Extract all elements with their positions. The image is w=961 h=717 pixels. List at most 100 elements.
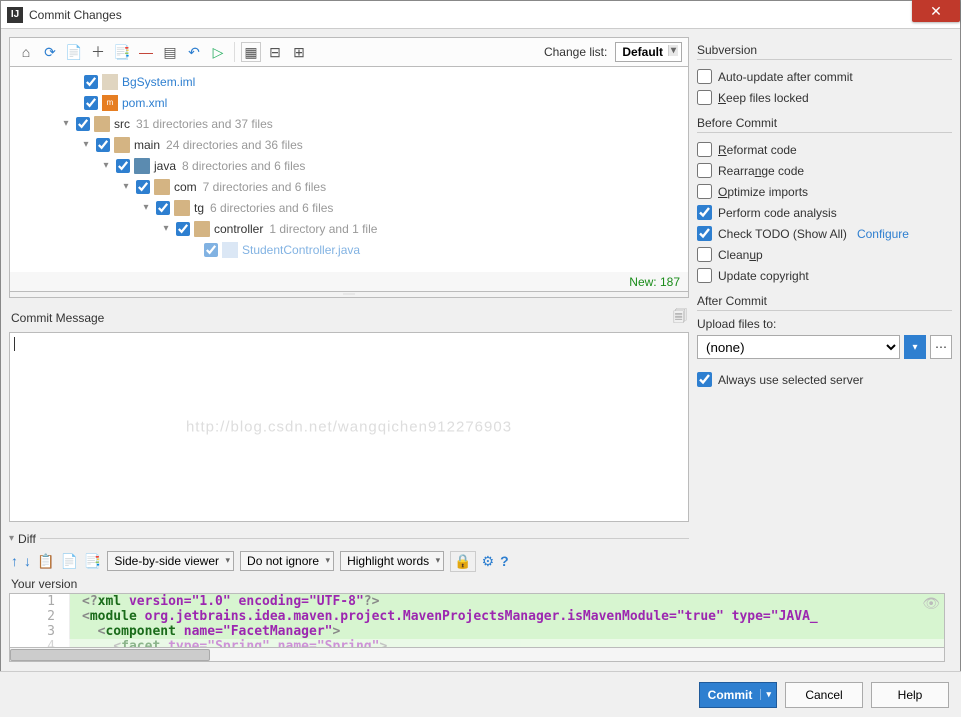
tree-toggle[interactable]: ▾	[160, 223, 172, 234]
configure-link[interactable]: Configure	[857, 227, 909, 241]
auto-update-checkbox[interactable]: Auto-update after commit	[697, 66, 952, 87]
folder-stats: 7 directories and 6 files	[203, 180, 326, 194]
file-name[interactable]: BgSystem.iml	[122, 75, 195, 89]
history-icon[interactable]: 🗐	[673, 306, 687, 330]
folder-name[interactable]: src	[114, 117, 130, 131]
prev-diff-icon[interactable]: ↑	[11, 553, 18, 569]
folder-stats: 24 directories and 36 files	[166, 138, 303, 152]
folder-icon	[94, 116, 110, 132]
file-checkbox[interactable]	[84, 96, 98, 110]
help-icon[interactable]: ?	[500, 553, 509, 569]
next-diff-icon[interactable]: ↓	[24, 553, 31, 569]
tree-toggle[interactable]: ▾	[60, 118, 72, 129]
eye-icon[interactable]: 👁	[922, 596, 940, 612]
app-icon: IJ	[7, 7, 23, 23]
folder-name[interactable]: tg	[194, 201, 204, 215]
folder-icon	[154, 179, 170, 195]
tree-toggle[interactable]: ▾	[100, 160, 112, 171]
folder-name[interactable]: com	[174, 180, 197, 194]
folder-checkbox[interactable]	[136, 180, 150, 194]
commit-message-input[interactable]: http://blog.csdn.net/wangqichen912276903	[9, 332, 689, 522]
lock-icon[interactable]: 🔒	[450, 551, 475, 572]
highlight-select[interactable]: Highlight words	[340, 551, 444, 571]
folder-checkbox[interactable]	[96, 138, 110, 152]
upload-label: Upload files to:	[697, 317, 952, 331]
upload-dropdown-icon[interactable]: ▾	[904, 335, 926, 359]
before-commit-section: Before Commit Reformat code Rearrange co…	[697, 116, 952, 286]
expand-icon[interactable]: ⊟	[265, 42, 285, 62]
changes-tree[interactable]: BgSystem.iml mpom.xml ▾src31 directories…	[9, 67, 689, 272]
viewer-select[interactable]: Side-by-side viewer	[107, 551, 234, 571]
upload-select[interactable]: (none)	[697, 335, 900, 359]
copy-icon[interactable]: 📋	[37, 553, 54, 570]
home-icon[interactable]: ⌂	[16, 42, 36, 62]
optimize-checkbox[interactable]: Optimize imports	[697, 181, 952, 202]
resize-grip[interactable]: ⋯⋯	[9, 292, 689, 298]
keep-locked-checkbox[interactable]: Keep files locked	[697, 87, 952, 108]
folder-icon	[194, 221, 210, 237]
window-title: Commit Changes	[29, 8, 122, 22]
add-icon[interactable]: ＋	[88, 42, 108, 62]
folder-stats: 1 directory and 1 file	[269, 222, 377, 236]
folder-icon	[134, 158, 150, 174]
commit-message-label: Commit Message	[11, 311, 104, 325]
folder-checkbox[interactable]	[116, 159, 130, 173]
diff-label: Diff	[18, 532, 36, 546]
close-button[interactable]: ✕	[912, 0, 960, 22]
tree-toggle[interactable]: ▾	[80, 139, 92, 150]
folder-name[interactable]: java	[154, 159, 176, 173]
commit-button[interactable]: Commit	[699, 682, 777, 708]
group-icon[interactable]: ▦	[241, 42, 261, 62]
diff-toggle[interactable]: ▾	[9, 533, 14, 544]
help-button[interactable]: Help	[871, 682, 949, 708]
folder-icon	[174, 200, 190, 216]
section-header: Before Commit	[697, 116, 952, 133]
file-name[interactable]: StudentController.java	[242, 243, 360, 257]
cleanup-checkbox[interactable]: Cleanup	[697, 244, 952, 265]
folder-checkbox[interactable]	[176, 222, 190, 236]
file-name[interactable]: pom.xml	[122, 96, 167, 110]
changelist-label: Change list:	[544, 45, 607, 59]
dialog-buttons: Commit Cancel Help	[0, 671, 961, 717]
section-header: Subversion	[697, 43, 952, 60]
list-icon[interactable]: ▤	[160, 42, 180, 62]
cancel-button[interactable]: Cancel	[785, 682, 863, 708]
file-checkbox[interactable]	[204, 243, 218, 257]
analysis-checkbox[interactable]: Perform code analysis	[697, 202, 952, 223]
changelist-select[interactable]: Default	[615, 42, 682, 62]
horizontal-scrollbar[interactable]	[9, 648, 945, 662]
remove-icon[interactable]: —	[136, 42, 156, 62]
rearrange-checkbox[interactable]: Rearrange code	[697, 160, 952, 181]
tree-toggle[interactable]: ▾	[140, 202, 152, 213]
folder-name[interactable]: main	[134, 138, 160, 152]
ignore-select[interactable]: Do not ignore	[240, 551, 334, 571]
todo-checkbox[interactable]: Check TODO (Show All)Configure	[697, 223, 952, 244]
folder-stats: 31 directories and 37 files	[136, 117, 273, 131]
java-icon	[222, 242, 238, 258]
gear-icon[interactable]: ⚙	[482, 553, 495, 570]
folder-icon	[114, 137, 130, 153]
collapse-icon[interactable]: ⊞	[289, 42, 309, 62]
folder-checkbox[interactable]	[76, 117, 90, 131]
doc-icon[interactable]: 📑	[84, 553, 101, 570]
diff-viewer[interactable]: 👁 1<?xml version="1.0" encoding="UTF-8"?…	[9, 593, 945, 648]
upload-more-button[interactable]: ⋯	[930, 335, 952, 359]
iml-icon	[102, 74, 118, 90]
new-changelist-icon[interactable]: 📄	[64, 42, 84, 62]
titlebar: IJ Commit Changes ✕	[1, 1, 960, 29]
copyright-checkbox[interactable]: Update copyright	[697, 265, 952, 286]
refresh-icon[interactable]: ⟳	[40, 42, 60, 62]
folder-name[interactable]: controller	[214, 222, 263, 236]
folder-checkbox[interactable]	[156, 201, 170, 215]
section-header: After Commit	[697, 294, 952, 311]
file-checkbox[interactable]	[84, 75, 98, 89]
file-icon[interactable]: 📄	[60, 553, 77, 570]
folder-stats: 6 directories and 6 files	[210, 201, 333, 215]
changes-toolbar: ⌂ ⟳ 📄 ＋ 📑 — ▤ ↶ ▷ ▦ ⊟ ⊞ Change list: Def…	[9, 37, 689, 67]
tree-toggle[interactable]: ▾	[120, 181, 132, 192]
reformat-checkbox[interactable]: Reformat code	[697, 139, 952, 160]
apply-icon[interactable]: ▷	[208, 42, 228, 62]
move-icon[interactable]: 📑	[112, 42, 132, 62]
undo-icon[interactable]: ↶	[184, 42, 204, 62]
always-server-checkbox[interactable]: Always use selected server	[697, 369, 952, 390]
